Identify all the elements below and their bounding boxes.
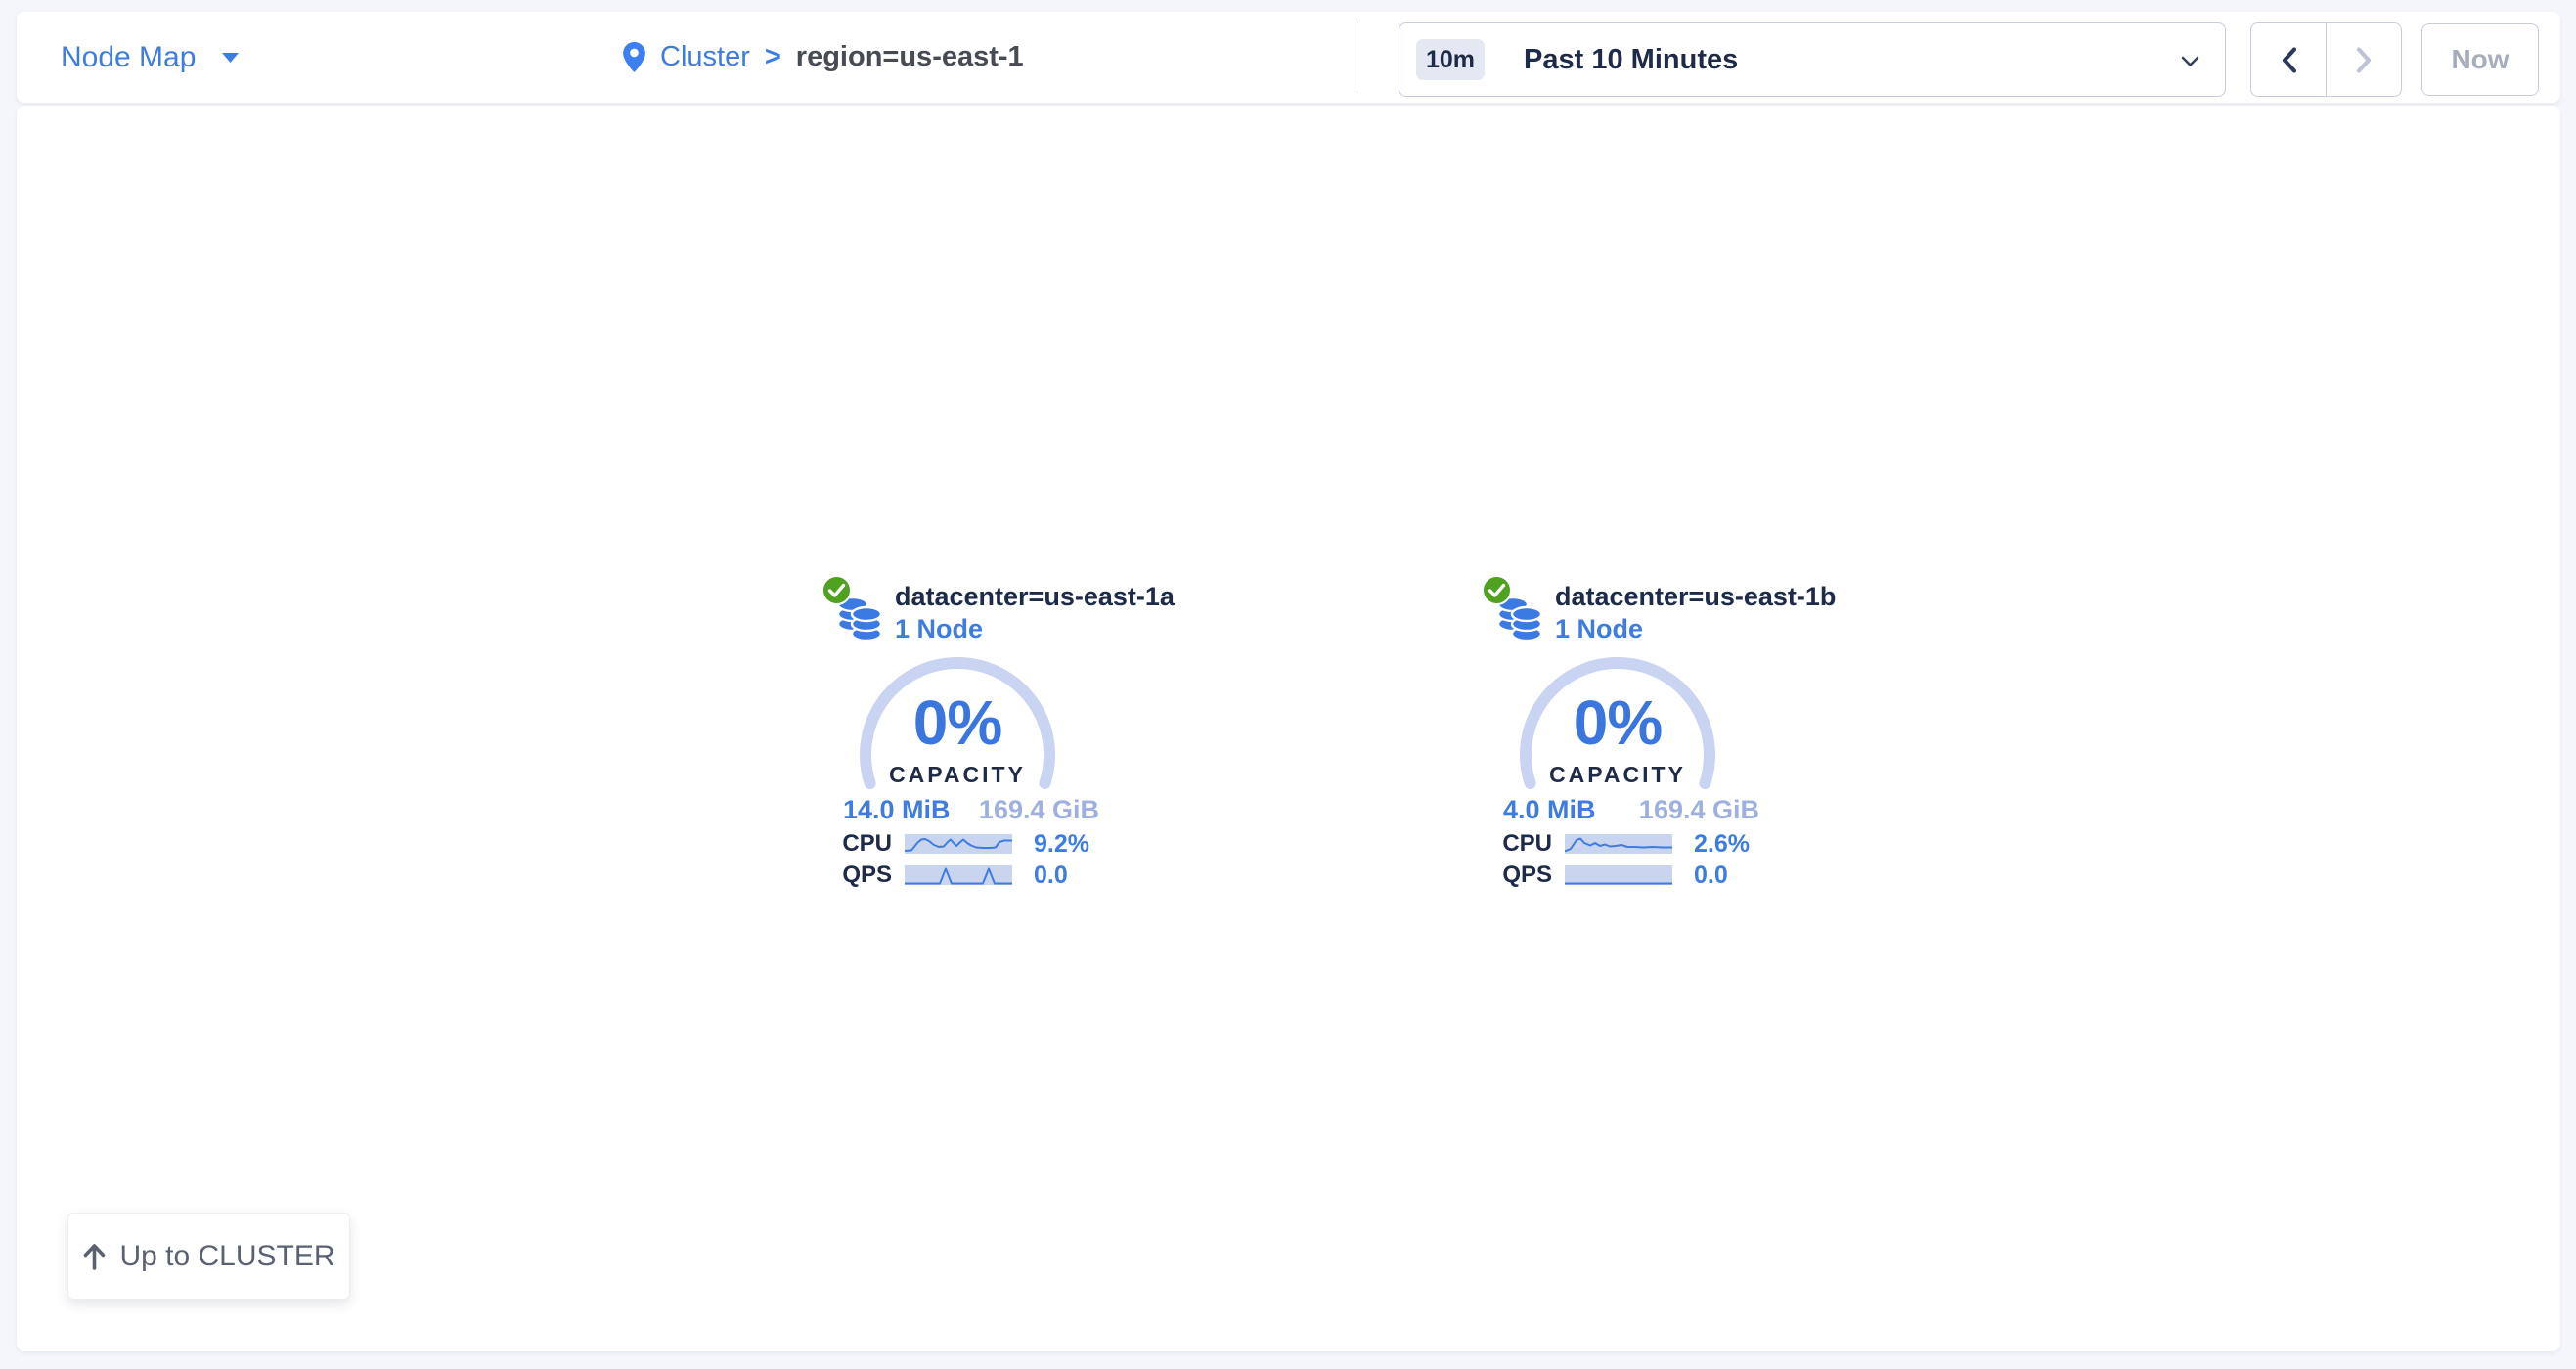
capacity-percent: 0% (1515, 686, 1720, 759)
next-time-button-disabled[interactable] (2326, 23, 2401, 96)
cpu-stat-row: CPU 2.6% (1482, 833, 1765, 855)
datacenter-node-count[interactable]: 1 Node (1555, 613, 1836, 644)
now-button[interactable]: Now (2421, 23, 2539, 96)
capacity-gauge: 0% CAPACITY (855, 651, 1060, 798)
node-map-canvas (17, 106, 2560, 1351)
cpu-value: 9.2% (1034, 830, 1089, 859)
top-bar: Node Map Cluster > region=us-east-1 10m … (17, 12, 2560, 103)
capacity-values: 14.0 MiB 169.4 GiB (843, 795, 1099, 825)
time-range-dropdown[interactable]: 10m Past 10 Minutes (1399, 22, 2226, 97)
capacity-total: 169.4 GiB (1639, 795, 1759, 825)
breadcrumb-current: region=us-east-1 (796, 41, 1024, 73)
chevron-down-icon (2181, 56, 2199, 67)
breadcrumb-separator: > (765, 41, 781, 73)
cpu-label: CPU (822, 830, 892, 858)
view-selector-dropdown[interactable]: Node Map (61, 12, 239, 103)
capacity-used: 4.0 MiB (1503, 795, 1596, 825)
breadcrumb: Cluster > region=us-east-1 (623, 12, 1024, 103)
health-check-icon (1482, 575, 1512, 605)
cpu-sparkline (905, 834, 1012, 854)
qps-sparkline (905, 865, 1012, 885)
qps-label: QPS (1482, 861, 1552, 889)
qps-stat-row: QPS 0.0 (822, 864, 1105, 886)
qps-sparkline (1565, 865, 1672, 885)
cpu-label: CPU (1482, 830, 1552, 858)
qps-stat-row: QPS 0.0 (1482, 864, 1765, 886)
up-to-cluster-label: Up to CLUSTER (119, 1240, 334, 1273)
datacenter-card-us-east-1b[interactable]: datacenter=us-east-1b 1 Node 0% CAPACITY… (1482, 572, 1765, 895)
qps-value: 0.0 (1034, 861, 1068, 890)
datacenter-header: datacenter=us-east-1b 1 Node (1555, 580, 1836, 644)
time-range-label: Past 10 Minutes (1524, 44, 1738, 76)
capacity-caption: CAPACITY (1515, 762, 1720, 788)
datacenter-node-count[interactable]: 1 Node (895, 613, 1175, 644)
capacity-total: 169.4 GiB (979, 795, 1099, 825)
up-to-cluster-button[interactable]: Up to CLUSTER (67, 1213, 350, 1300)
qps-value: 0.0 (1694, 861, 1728, 890)
view-selector-label: Node Map (61, 41, 196, 74)
cpu-stat-row: CPU 9.2% (822, 833, 1105, 855)
cpu-sparkline (1565, 834, 1672, 854)
datacenter-card-us-east-1a[interactable]: datacenter=us-east-1a 1 Node 0% CAPACITY… (822, 572, 1105, 895)
capacity-percent: 0% (855, 686, 1060, 759)
datacenter-header: datacenter=us-east-1a 1 Node (895, 580, 1175, 644)
previous-time-button[interactable] (2251, 23, 2326, 96)
capacity-values: 4.0 MiB 169.4 GiB (1503, 795, 1759, 825)
cpu-value: 2.6% (1694, 830, 1750, 859)
caret-down-icon (222, 53, 239, 63)
capacity-caption: CAPACITY (855, 762, 1060, 788)
arrow-up-icon (82, 1242, 107, 1270)
time-range-badge: 10m (1416, 39, 1485, 80)
capacity-gauge: 0% CAPACITY (1515, 651, 1720, 798)
time-pager (2250, 22, 2402, 97)
chevron-right-icon (2356, 47, 2373, 73)
datacenter-title: datacenter=us-east-1a (895, 580, 1175, 613)
datacenter-title: datacenter=us-east-1b (1555, 580, 1836, 613)
breadcrumb-cluster-link[interactable]: Cluster (660, 41, 750, 73)
health-check-icon (822, 575, 852, 605)
capacity-used: 14.0 MiB (843, 795, 951, 825)
chevron-left-icon (2281, 47, 2297, 73)
location-pin-icon (623, 42, 645, 72)
qps-label: QPS (822, 861, 892, 889)
